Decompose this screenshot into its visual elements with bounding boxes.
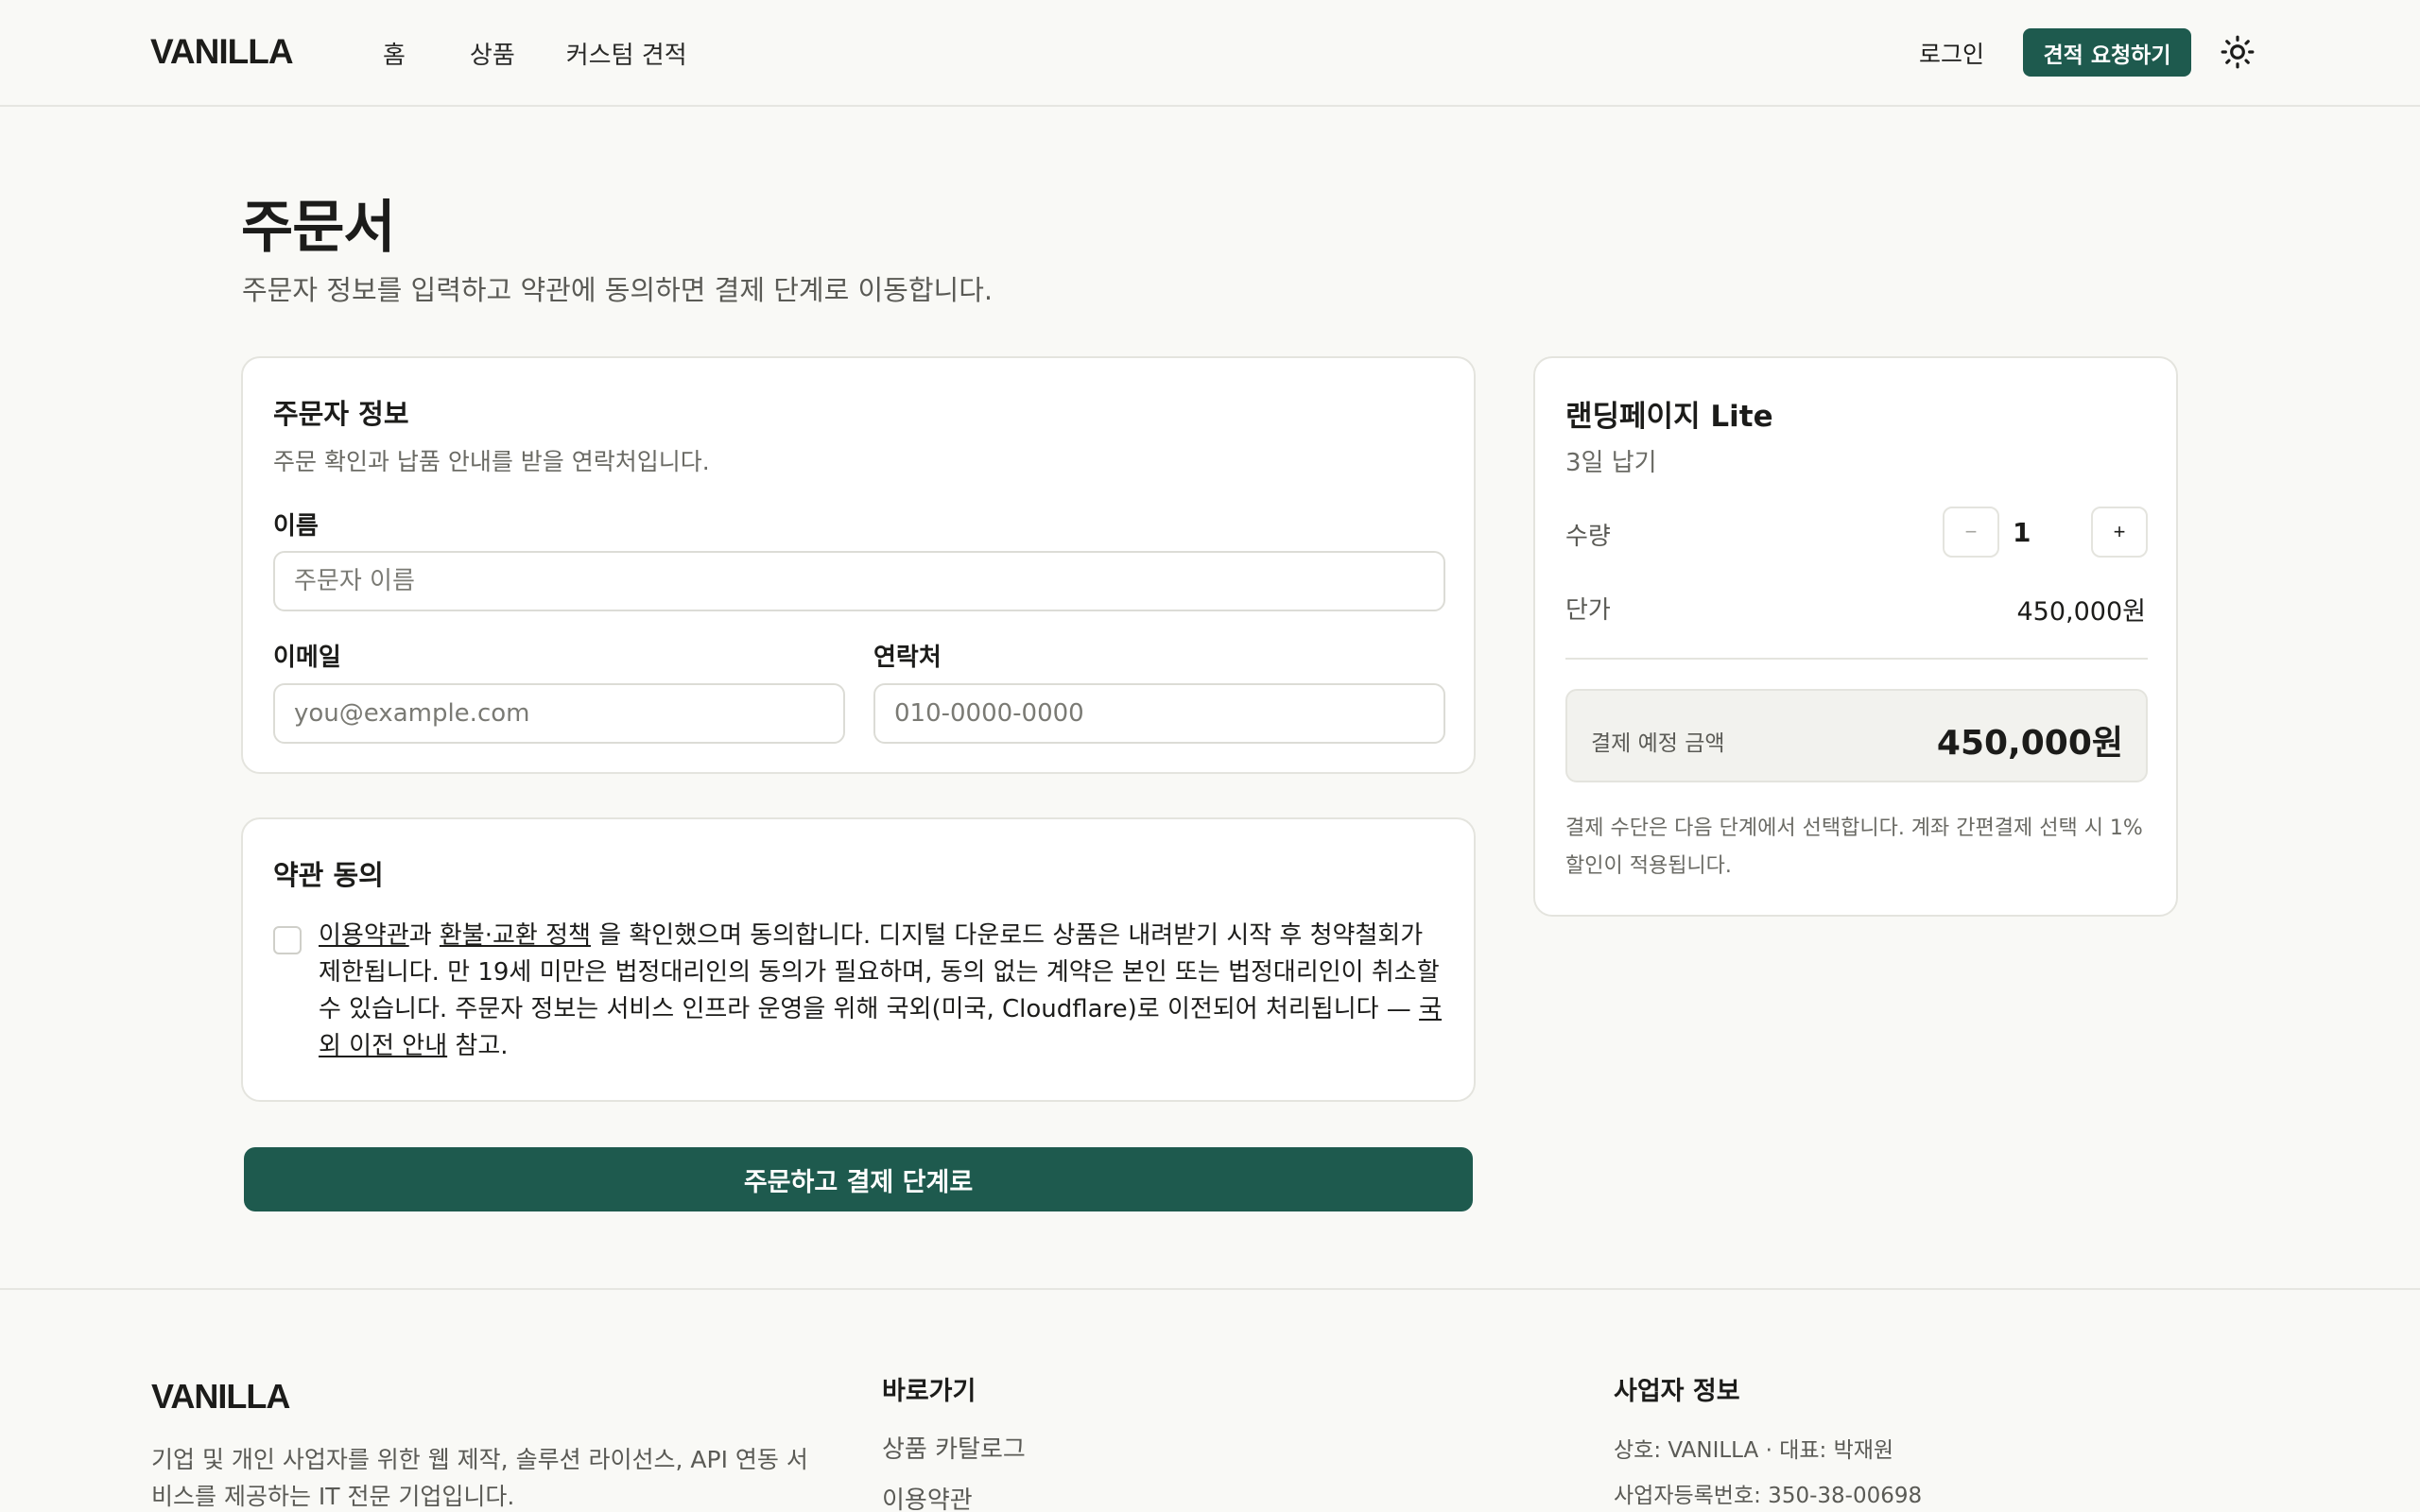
total-amount-box: 결제 예정 금액 450,000원 [1565,689,2148,782]
terms-consent-checkbox[interactable] [273,926,302,954]
unit-price-value: 450,000원 [2016,597,2147,627]
theme-toggle-button[interactable] [2220,34,2256,70]
total-amount-label: 결제 예정 금액 [1591,731,1725,756]
nav-home[interactable]: 홈 [383,36,406,71]
business-registration-line: 사업자등록번호: 350-38-00698 [1614,1484,1923,1508]
sun-icon [2221,35,2255,69]
orderer-info-description: 주문 확인과 납품 안내를 받을 연락처입니다. [273,448,710,475]
summary-divider [1565,658,2148,660]
page-subtitle: 주문자 정보를 입력하고 약관에 동의하면 결제 단계로 이동합니다. [242,274,994,306]
footer-link-terms[interactable]: 이용약관 [882,1481,973,1512]
logo[interactable]: VANILLA [150,32,294,72]
quantity-label: 수량 [1565,523,1611,551]
terms-of-service-link[interactable]: 이용약관 [319,921,409,950]
orderer-info-title: 주문자 정보 [273,398,409,430]
quantity-value: 1 [2013,517,2031,548]
product-name: 랜딩페이지 Lite [1565,400,1773,434]
nav-custom-quote[interactable]: 커스텀 견적 [566,36,687,71]
footer-logo: VANILLA [151,1377,290,1416]
footer-business-heading: 사업자 정보 [1614,1377,1740,1406]
site-header: VANILLA 홈 상품 커스텀 견적 로그인 견적 요청하기 [0,0,2420,107]
terms-card: 약관 동의 이용약관과 환불·교환 정책 을 확인했으며 동의합니다. 디지털 … [241,817,1476,1102]
phone-label: 연락처 [873,644,942,672]
unit-price-label: 단가 [1565,596,1611,625]
total-amount-value: 450,000원 [1936,724,2123,763]
business-name-line: 상호: VANILLA · 대표: 박재원 [1614,1438,1894,1463]
refund-policy-link[interactable]: 환불·교환 정책 [440,921,591,950]
delivery-period: 3일 납기 [1565,449,1657,477]
quantity-decrease-button[interactable]: − [1943,507,1999,558]
footer-description: 기업 및 개인 사업자를 위한 웹 제작, 솔루션 라이선스, API 연동 서… [151,1446,808,1510]
footer-shortcuts-heading: 바로가기 [882,1377,977,1406]
email-label: 이메일 [273,644,341,672]
page-title: 주문서 [241,195,396,261]
submit-order-button[interactable]: 주문하고 결제 단계로 [244,1147,1473,1211]
terms-title: 약관 동의 [273,859,384,891]
main-nav: 홈 상품 커스텀 견적 [383,36,687,71]
name-label: 이름 [273,512,319,541]
order-summary-card: 랜딩페이지 Lite 3일 납기 수량 − 1 + 단가 450,000원 결제… [1533,356,2178,917]
request-quote-button[interactable]: 견적 요청하기 [2023,28,2191,77]
login-link[interactable]: 로그인 [1919,36,1984,70]
terms-consent-text: 이용약관과 환불·교환 정책 을 확인했으며 동의합니다. 디지털 다운로드 상… [319,921,1442,1060]
payment-note: 결제 수단은 다음 단계에서 선택합니다. 계좌 간편결제 선택 시 1% 할인… [1565,816,2143,878]
site-footer: VANILLA 기업 및 개인 사업자를 위한 웹 제작, 솔루션 라이선스, … [0,1288,2420,1512]
orderer-info-card: 주문자 정보 주문 확인과 납품 안내를 받을 연락처입니다. 이름 이메일 연… [241,356,1476,774]
nav-products[interactable]: 상품 [470,36,515,71]
quantity-increase-button[interactable]: + [2091,507,2148,558]
phone-input[interactable] [873,683,1445,744]
name-input[interactable] [273,551,1445,611]
email-input[interactable] [273,683,845,744]
footer-link-catalog[interactable]: 상품 카탈로그 [882,1430,1026,1465]
